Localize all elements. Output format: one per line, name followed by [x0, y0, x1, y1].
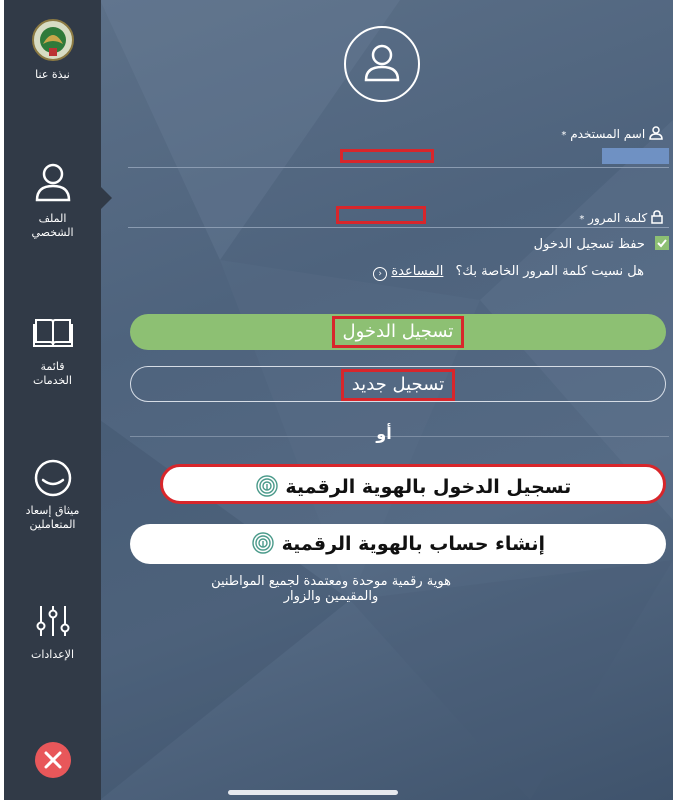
person-icon [364, 44, 400, 82]
sliders-icon [36, 606, 69, 636]
user-icon [649, 126, 663, 140]
forgot-row: هل نسيت كلمة المرور الخاصة بك؟ المساعدة … [204, 264, 644, 281]
sidebar-item-label: ميثاق إسعاد المتعاملين [25, 504, 80, 531]
login-button-label: تسجيل الدخول [331, 316, 465, 348]
username-autofill-highlight [602, 148, 669, 164]
uaepass-create-button[interactable]: إنشاء حساب بالهوية الرقمية [130, 524, 666, 564]
uaepass-login-label: تسجيل الدخول بالهوية الرقمية [285, 476, 572, 498]
chevron-circle-icon: ‹ [373, 267, 388, 281]
register-button-label: تسجيل جديد [340, 369, 456, 401]
sidebar-selection-pointer [100, 186, 112, 210]
login-button[interactable]: تسجيل الدخول [130, 314, 666, 350]
remember-row: حفظ تسجيل الدخول [534, 236, 669, 252]
fingerprint-icon [255, 472, 279, 497]
emblem-logo [31, 19, 74, 61]
sidebar-item-settings[interactable]: الإعدادات [4, 604, 101, 662]
fingerprint-icon [251, 529, 275, 554]
sidebar-item-services[interactable]: قائمة الخدمات [4, 316, 101, 388]
sidebar-item-label: الإعدادات [30, 648, 75, 661]
close-icon [34, 742, 71, 778]
username-label: اسم المستخدم * [561, 126, 663, 141]
uaepass-description: هوية رقمية موحدة ومعتمدة لجميع المواطنين… [211, 574, 451, 604]
uaepass-create-label: إنشاء حساب بالهوية الرقمية [281, 533, 545, 555]
remember-checkbox[interactable] [655, 236, 669, 250]
forgot-password-text: هل نسيت كلمة المرور الخاصة بك؟ [455, 264, 644, 279]
check-icon [657, 239, 667, 248]
help-link[interactable]: المساعدة ‹ [373, 264, 443, 281]
smile-icon [34, 459, 71, 497]
password-input[interactable] [128, 206, 669, 226]
remember-label: حفظ تسجيل الدخول [533, 237, 645, 252]
uaepass-login-button[interactable]: تسجيل الدخول بالهوية الرقمية [160, 464, 666, 504]
password-underline [128, 227, 669, 228]
person-icon [35, 163, 70, 202]
sidebar-item-profile[interactable]: الملف الشخصي [4, 162, 101, 240]
register-button[interactable]: تسجيل جديد [130, 366, 666, 402]
sidebar: نبذة عنا الملف الشخصي قائمة الخدمات ميثا… [4, 0, 101, 800]
username-redaction-box [340, 149, 434, 163]
or-text: أو [376, 424, 392, 443]
book-icon [32, 319, 73, 347]
close-button[interactable] [4, 742, 101, 778]
sidebar-item-about[interactable]: نبذة عنا [4, 18, 101, 82]
sidebar-item-charter[interactable]: ميثاق إسعاد المتعاملين [4, 458, 101, 532]
avatar [344, 26, 420, 102]
sidebar-item-label: نبذة عنا [35, 68, 70, 81]
sidebar-item-label: الملف الشخصي [31, 212, 74, 239]
username-underline [128, 167, 669, 168]
sidebar-item-label: قائمة الخدمات [33, 360, 72, 387]
home-indicator [228, 790, 398, 795]
